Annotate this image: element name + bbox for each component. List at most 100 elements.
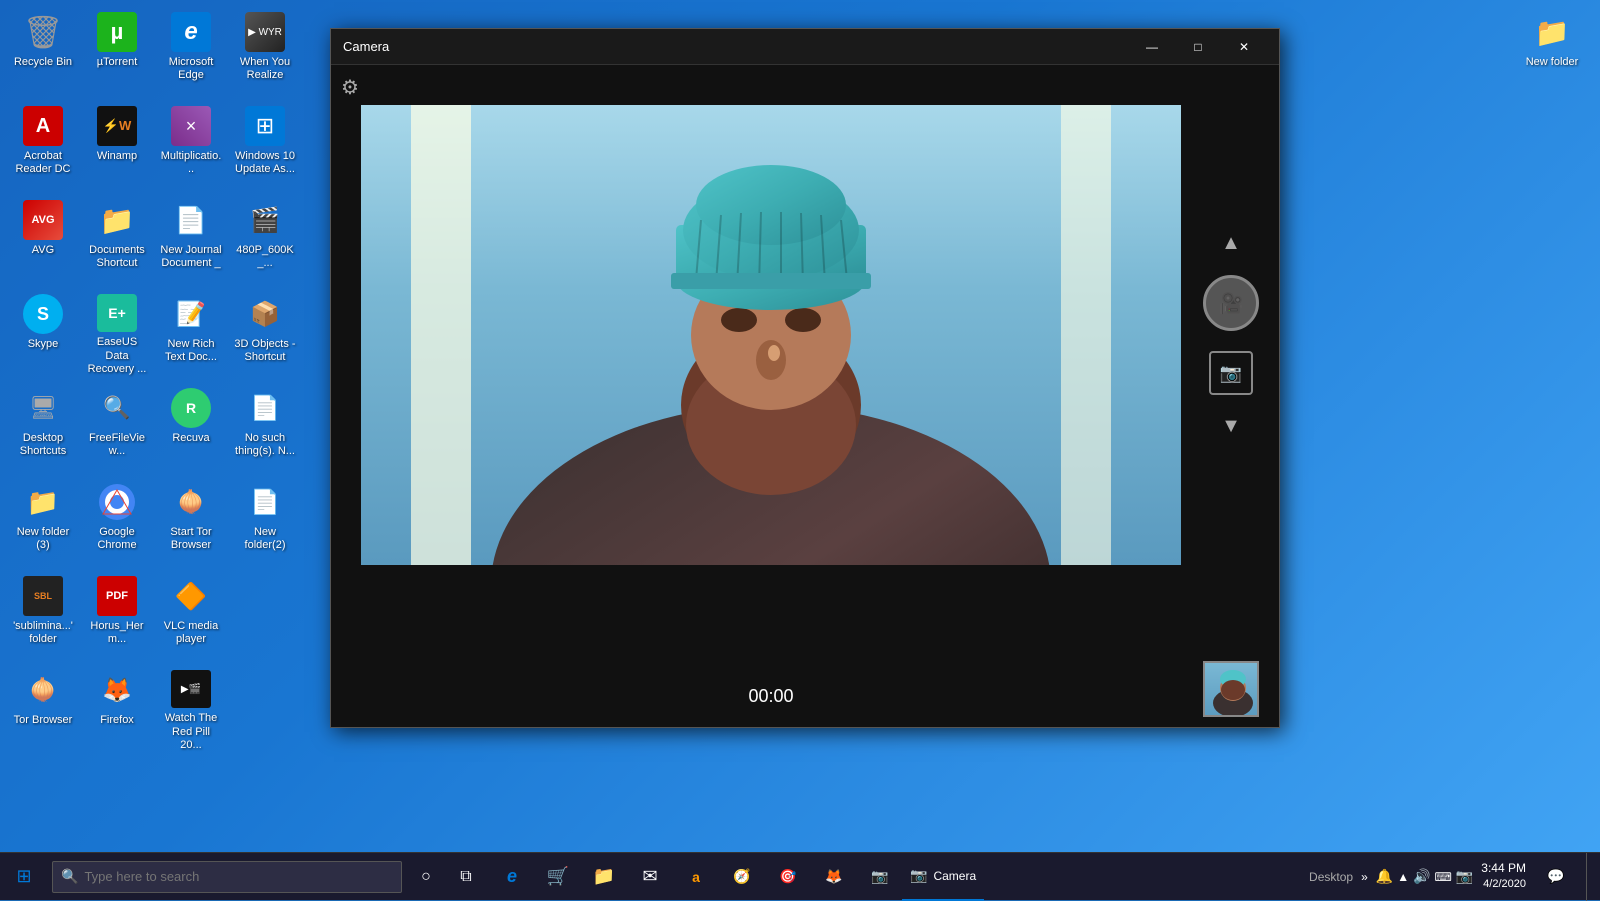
taskbar-overflow-icon[interactable]: » — [1361, 870, 1368, 884]
tor-browser-icon[interactable]: 🧅 Tor Browser — [8, 666, 78, 756]
desktop-shortcuts-label: Desktop Shortcuts — [12, 432, 74, 458]
watch-red-pill-img: ▶🎬 — [171, 670, 211, 708]
cortana-icon: ○ — [421, 868, 431, 886]
taskbar-tripadvisor-icon[interactable]: 🧭 — [720, 853, 764, 901]
taskbar-amazon-icon[interactable]: a — [674, 853, 718, 901]
tor-browser-label: Tor Browser — [14, 714, 73, 727]
ms-edge-label: Microsoft Edge — [160, 56, 222, 82]
winamp-icon[interactable]: ⚡W Winamp — [82, 102, 152, 192]
tray-speaker-icon[interactable]: 🔊 — [1413, 868, 1430, 885]
tray-keyboard-icon[interactable]: ⌨ — [1435, 870, 1452, 884]
3d-objects-icon[interactable]: 📦 3D Objects - Shortcut — [230, 290, 300, 380]
taskbar-time: 3:44 PM — [1481, 860, 1526, 877]
taskbar-mail-icon[interactable]: ✉ — [628, 853, 672, 901]
start-button[interactable]: ⊞ — [0, 853, 48, 901]
recycle-bin-img: 🗑 — [23, 12, 63, 52]
watch-red-pill-icon[interactable]: ▶🎬 Watch The Red Pill 20... — [156, 666, 226, 756]
camera-timer-display: 00:00 — [748, 686, 793, 707]
winamp-img: ⚡W — [97, 106, 137, 146]
taskbar-clock[interactable]: 3:44 PM 4/2/2020 — [1481, 860, 1526, 892]
record-video-button[interactable]: 🎥 — [1203, 275, 1259, 331]
taskbar-unknown-icon[interactable]: 🎯 — [766, 853, 810, 901]
windows10-icon[interactable]: ⊞ Windows 10 Update As... — [230, 102, 300, 192]
scroll-down-button[interactable]: ▼ — [1221, 415, 1241, 438]
acrobat-icon[interactable]: A Acrobat Reader DC — [8, 102, 78, 192]
no-such-img: 📄 — [245, 388, 285, 428]
480p-img: 🎬 — [245, 200, 285, 240]
480p-icon[interactable]: 🎬 480P_600K_... — [230, 196, 300, 286]
new-journal-doc-icon[interactable]: 📄 New Journal Document _ — [156, 196, 226, 286]
new-folder-right-icon[interactable]: 📁 New folder — [1512, 8, 1592, 73]
taskbar-explorer-icon[interactable]: 📁 — [582, 853, 626, 901]
close-button[interactable]: ✕ — [1221, 29, 1267, 65]
avg-label: AVG — [32, 244, 54, 257]
search-bar[interactable]: 🔍 — [52, 861, 402, 893]
when-you-realize-img: ▶ WYR — [245, 12, 285, 52]
winamp-label: Winamp — [97, 150, 137, 163]
acrobat-img: A — [23, 106, 63, 146]
easeus-label: EaseUS Data Recovery ... — [86, 336, 148, 376]
windows10-img: ⊞ — [245, 106, 285, 146]
video-camera-icon: 🎥 — [1219, 291, 1244, 316]
utorrent-icon[interactable]: µ µTorrent — [82, 8, 152, 98]
avg-icon[interactable]: AVG AVG — [8, 196, 78, 286]
taskbar-firefox-icon[interactable]: 🦊 — [812, 853, 856, 901]
freefileview-label: FreeFileView... — [86, 432, 148, 458]
desktop-shortcuts-icon[interactable]: 🖥 Desktop Shortcuts — [8, 384, 78, 474]
google-chrome-icon[interactable]: Google Chrome — [82, 478, 152, 568]
taskbar-camera-app-icon[interactable]: 📷 — [858, 853, 902, 901]
search-input[interactable] — [84, 869, 393, 884]
windows-logo-icon: ⊞ — [16, 866, 31, 887]
horus-herm-icon[interactable]: PDF Horus_Herm... — [82, 572, 152, 662]
new-folder-3-img: 📁 — [23, 482, 63, 522]
horus-herm-img: PDF — [97, 576, 137, 616]
documents-shortcut-icon[interactable]: 📁 Documents Shortcut — [82, 196, 152, 286]
taskbar-camera-window-item[interactable]: 📷 Camera — [902, 853, 984, 901]
new-rich-text-icon[interactable]: 📝 New Rich Text Doc... — [156, 290, 226, 380]
tray-notification-icon[interactable]: 🔔 — [1376, 868, 1393, 885]
multiplication-icon[interactable]: × Multiplicatio... — [156, 102, 226, 192]
ms-edge-icon[interactable]: e Microsoft Edge — [156, 8, 226, 98]
task-view-button[interactable]: ⧉ — [446, 853, 486, 901]
camera-settings-button[interactable]: ⚙ — [341, 75, 359, 100]
recuva-label: Recuva — [172, 432, 209, 445]
when-you-realize-icon[interactable]: ▶ WYR When You Realize — [230, 8, 300, 98]
new-folder-right-label: New folder — [1526, 56, 1579, 69]
new-folder-3-icon[interactable]: 📁 New folder (3) — [8, 478, 78, 568]
camera-controls-panel: ▲ 🎥 📷 ▼ — [1203, 105, 1259, 565]
recycle-bin-icon[interactable]: 🗑 Recycle Bin — [8, 8, 78, 98]
take-photo-button[interactable]: 📷 — [1209, 351, 1253, 395]
vlc-icon[interactable]: 🔶 VLC media player — [156, 572, 226, 662]
desktop-icons-area: 🗑 Recycle Bin µ µTorrent e Microsoft Edg… — [0, 0, 330, 852]
minimize-button[interactable]: — — [1129, 29, 1175, 65]
scroll-up-button[interactable]: ▲ — [1221, 232, 1241, 255]
new-folder-2-icon[interactable]: 📄 New folder(2) — [230, 478, 300, 568]
new-folder-3-label: New folder (3) — [12, 526, 74, 552]
easeus-icon[interactable]: E+ EaseUS Data Recovery ... — [82, 290, 152, 380]
start-tor-browser-icon[interactable]: 🧅 Start Tor Browser — [156, 478, 226, 568]
firefox-icon[interactable]: 🦊 Firefox — [82, 666, 152, 756]
new-folder-right-img: 📁 — [1532, 12, 1572, 52]
show-desktop-button[interactable] — [1586, 853, 1592, 901]
camera-thumbnail[interactable] — [1203, 661, 1259, 717]
utorrent-img: µ — [97, 12, 137, 52]
freefileview-icon[interactable]: 🔍 FreeFileView... — [82, 384, 152, 474]
tor-browser-img: 🧅 — [23, 670, 63, 710]
maximize-button[interactable]: □ — [1175, 29, 1221, 65]
3d-objects-img: 📦 — [245, 294, 285, 334]
recuva-icon[interactable]: R Recuva — [156, 384, 226, 474]
watch-red-pill-label: Watch The Red Pill 20... — [160, 712, 222, 752]
no-such-icon[interactable]: 📄 No such thing(s). N... — [230, 384, 300, 474]
new-journal-doc-img: 📄 — [171, 200, 211, 240]
skype-icon[interactable]: S Skype — [8, 290, 78, 380]
camera-window-body: ⚙ — [331, 65, 1279, 727]
recycle-bin-label: Recycle Bin — [14, 56, 72, 69]
taskbar-store-icon[interactable]: 🛒 — [536, 853, 580, 901]
tray-camera-icon[interactable]: 📷 — [1456, 868, 1473, 885]
tray-up-arrow-icon[interactable]: ▲ — [1397, 870, 1409, 884]
taskbar-edge-icon[interactable]: e — [490, 853, 534, 901]
multiplication-img: × — [171, 106, 211, 146]
action-center-button[interactable]: 💬 — [1534, 853, 1578, 901]
cortana-button[interactable]: ○ — [406, 853, 446, 901]
sublimina-folder-icon[interactable]: SBL 'sublimina...' folder — [8, 572, 78, 662]
